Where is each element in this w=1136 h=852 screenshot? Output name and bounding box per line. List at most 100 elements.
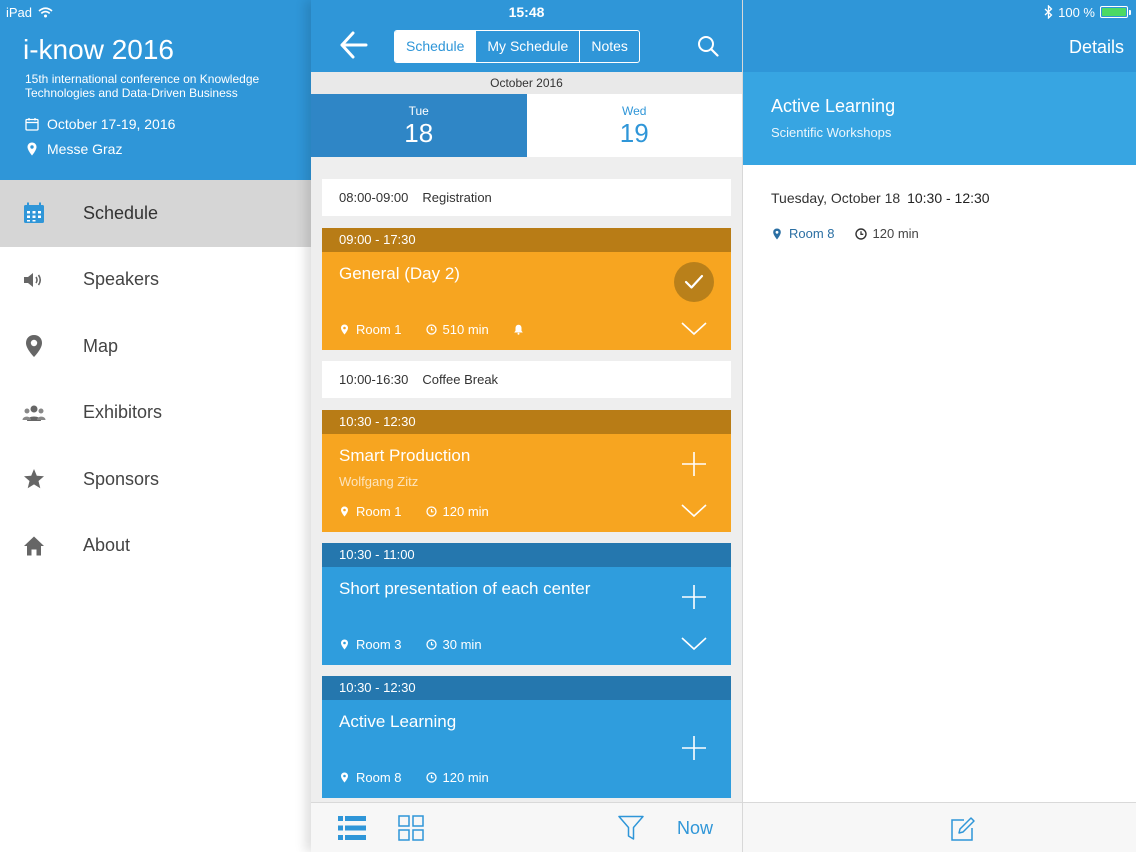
day-wed-19[interactable]: Wed 19 <box>526 94 742 157</box>
schedule-toolbar: Now <box>311 802 742 852</box>
add-to-schedule-button[interactable] <box>674 728 714 768</box>
edit-note-icon[interactable] <box>950 816 976 842</box>
session-room: Room 8 <box>356 770 402 785</box>
sidebar-item-map[interactable]: Map <box>0 313 311 380</box>
map-pin-icon <box>22 334 46 358</box>
session-title: Short presentation of each center <box>339 579 591 598</box>
schedule-segmented-control: Schedule My Schedule Notes <box>394 30 640 63</box>
sidebar: i-know 2016 15th international conferenc… <box>0 0 311 852</box>
session-card-general[interactable]: 09:00 - 17:30 General (Day 2) Room 1 510… <box>322 228 731 350</box>
session-duration: 30 min <box>442 637 482 652</box>
sidebar-item-label: Schedule <box>83 202 159 223</box>
venue-text: Messe Graz <box>47 141 123 157</box>
tab-schedule[interactable]: Schedule <box>395 31 477 62</box>
sidebar-item-label: Speakers <box>83 269 160 290</box>
details-title: Active Learning <box>771 96 896 116</box>
add-to-schedule-button[interactable] <box>674 444 714 484</box>
search-icon[interactable] <box>697 35 719 57</box>
list-item-coffee-break[interactable]: 10:00-16:30 Coffee Break <box>322 361 731 398</box>
conference-subtitle: 15th international conference on Knowled… <box>25 72 260 100</box>
checkmark-icon <box>684 274 704 289</box>
session-meta: Room 1 120 min <box>339 504 489 519</box>
wifi-icon <box>38 6 53 17</box>
status-time: 15:48 <box>508 4 545 20</box>
sidebar-item-sponsors[interactable]: Sponsors <box>0 446 311 513</box>
session-duration: 120 min <box>442 504 489 519</box>
session-body: Active Learning Room 8 120 min <box>322 700 731 798</box>
session-room: Room 3 <box>356 637 402 652</box>
session-room: Room 1 <box>356 322 402 337</box>
session-title: Active Learning <box>339 712 457 731</box>
sidebar-nav: Schedule Speakers Map Exhibitors Sponsor… <box>0 180 311 579</box>
chevron-down-icon[interactable] <box>681 322 707 336</box>
people-icon <box>22 401 46 425</box>
session-card-short-presentation[interactable]: 10:30 - 11:00 Short presentation of each… <box>322 543 731 665</box>
clock-icon <box>854 227 867 240</box>
back-arrow-icon[interactable] <box>339 30 369 60</box>
list-item-registration[interactable]: 08:00-09:00 Registration <box>322 179 731 216</box>
status-bar-right: 100 % <box>1044 4 1131 20</box>
details-panel: Details Active Learning Scientific Works… <box>742 0 1136 852</box>
list-view-icon[interactable] <box>338 815 366 841</box>
add-to-schedule-button[interactable] <box>674 577 714 617</box>
tab-notes[interactable]: Notes <box>580 31 639 62</box>
plus-icon <box>682 452 706 476</box>
clock-icon <box>425 639 437 650</box>
session-time: 10:00-16:30 <box>339 372 409 387</box>
day-name: Tue <box>408 104 429 118</box>
calendar-icon <box>22 201 46 225</box>
chevron-down-icon[interactable] <box>681 504 707 518</box>
session-body: General (Day 2) Room 1 510 min <box>322 252 731 350</box>
session-card-active-learning[interactable]: 10:30 - 12:30 Active Learning Room 8 120… <box>322 676 731 798</box>
location-pin-icon <box>341 324 348 335</box>
details-time: 10:30 - 12:30 <box>907 190 990 206</box>
added-check-button[interactable] <box>674 262 714 302</box>
sidebar-item-schedule[interactable]: Schedule <box>0 180 311 247</box>
day-tue-18[interactable]: Tue 18 <box>311 94 527 157</box>
sidebar-item-exhibitors[interactable]: Exhibitors <box>0 380 311 447</box>
chevron-down-icon[interactable] <box>681 637 707 651</box>
battery-fill <box>1102 8 1126 16</box>
session-duration: 120 min <box>442 770 489 785</box>
location-pin-icon <box>773 228 781 239</box>
session-title: Coffee Break <box>422 372 499 387</box>
day-selector: Tue 18 Wed 19 <box>311 94 742 157</box>
grid-view-icon[interactable] <box>398 815 424 841</box>
conference-venue: Messe Graz <box>25 141 122 157</box>
sidebar-item-label: Sponsors <box>83 468 160 489</box>
details-duration: 120 min <box>872 226 919 241</box>
session-card-smart-production[interactable]: 10:30 - 12:30 Smart Production Wolfgang … <box>322 410 731 532</box>
session-list: 08:00-09:00 Registration 09:00 - 17:30 G… <box>322 179 731 809</box>
plus-icon <box>682 585 706 609</box>
details-toolbar <box>743 802 1136 852</box>
clock-icon <box>425 506 437 517</box>
month-label: October 2016 <box>311 72 742 94</box>
details-banner: Active Learning Scientific Workshops <box>743 72 1136 165</box>
details-room[interactable]: Room 8 <box>789 226 835 241</box>
sidebar-item-label: About <box>83 535 131 556</box>
session-time: 09:00 - 17:30 <box>322 228 731 252</box>
session-speaker: Wolfgang Zitz <box>339 474 419 489</box>
session-body: Smart Production Wolfgang Zitz Room 1 12… <box>322 434 731 532</box>
details-date: Tuesday, October 18 <box>771 190 901 206</box>
session-duration: 510 min <box>442 322 489 337</box>
sidebar-item-about[interactable]: About <box>0 513 311 580</box>
details-datetime: Tuesday, October 18 10:30 - 12:30 <box>771 190 990 206</box>
session-meta: Room 8 120 min <box>339 770 489 785</box>
session-time: 10:30 - 12:30 <box>322 676 731 700</box>
tab-my-schedule[interactable]: My Schedule <box>476 31 581 62</box>
session-time: 10:30 - 12:30 <box>322 410 731 434</box>
sidebar-item-speakers[interactable]: Speakers <box>0 247 311 314</box>
app-title: i-know 2016 <box>23 34 174 65</box>
now-button[interactable]: Now <box>677 818 713 839</box>
location-pin-icon <box>341 772 348 783</box>
filter-icon[interactable] <box>618 815 644 841</box>
conference-header: i-know 2016 15th international conferenc… <box>0 0 311 180</box>
clock-icon <box>425 772 437 783</box>
dates-text: October 17-19, 2016 <box>47 116 176 132</box>
location-pin-icon <box>341 639 348 650</box>
device-name: iPad <box>6 4 33 20</box>
day-name: Wed <box>622 104 647 118</box>
session-title: Smart Production <box>339 446 471 465</box>
session-room: Room 1 <box>356 504 402 519</box>
